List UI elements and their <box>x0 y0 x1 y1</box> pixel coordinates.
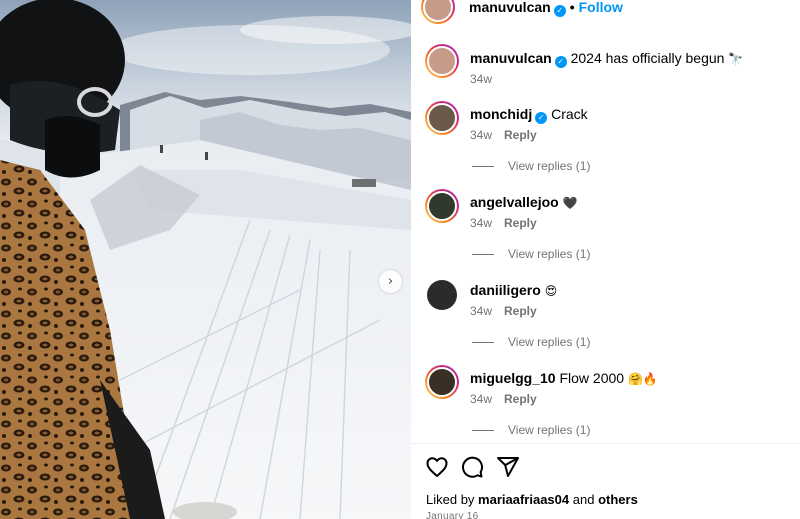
comment-time[interactable]: 34w <box>470 72 492 86</box>
heart-icon[interactable] <box>425 455 449 479</box>
post-header: manuvulcan ✓ • Follow <box>421 0 791 26</box>
separator-dot: • <box>569 0 575 15</box>
post-date[interactable]: January 16 <box>426 511 478 519</box>
comment-time[interactable]: 34w <box>470 216 492 230</box>
liked-by-text: Liked by mariaafriaas04 and others <box>426 492 638 507</box>
chevron-right-icon: › <box>387 274 394 289</box>
reply-button[interactable]: Reply <box>504 392 537 406</box>
comment-username[interactable]: daniiligero <box>470 282 541 298</box>
verified-badge-icon: ✓ <box>553 5 566 17</box>
reply-button[interactable]: Reply <box>504 216 537 230</box>
comment-username[interactable]: angelvallejoo <box>470 194 559 210</box>
follow-button[interactable]: Follow <box>579 0 623 15</box>
author-username[interactable]: manuvulcan <box>469 0 551 15</box>
avatar[interactable] <box>425 44 459 78</box>
reply-button[interactable]: Reply <box>504 128 537 142</box>
reply-button[interactable]: Reply <box>504 304 537 318</box>
view-replies-button[interactable]: View replies (1) <box>472 247 590 261</box>
comment-time[interactable]: 34w <box>470 304 492 318</box>
black-heart-emoji: 🖤 <box>562 196 578 210</box>
avatar[interactable] <box>425 365 459 399</box>
comment-text: 2024 has officially begun <box>570 50 725 66</box>
comment-time[interactable]: 34w <box>470 392 492 406</box>
view-replies-button[interactable]: View replies (1) <box>472 335 590 349</box>
verified-badge-icon: ✓ <box>535 112 548 124</box>
comment-username[interactable]: miguelgg_10 <box>470 370 556 386</box>
next-media-button[interactable]: › <box>379 270 402 293</box>
view-replies-button[interactable]: View replies (1) <box>472 423 590 437</box>
post-photo <box>0 0 411 519</box>
comment-text: Crack <box>551 106 588 122</box>
comment-icon[interactable] <box>460 455 484 479</box>
comment-username[interactable]: monchidj <box>470 106 532 122</box>
avatar[interactable] <box>427 280 457 310</box>
share-icon[interactable] <box>496 455 520 479</box>
liked-by-user-link[interactable]: mariaafriaas04 <box>478 492 569 507</box>
divider-line <box>472 342 494 344</box>
divider-line <box>472 254 494 256</box>
heart-eyes-emoji: 😍 <box>544 284 558 298</box>
post-media[interactable]: › <box>0 0 411 519</box>
hugging-fire-emoji: 🤗🔥 <box>627 372 658 386</box>
avatar[interactable] <box>425 189 459 223</box>
divider-line <box>472 166 494 168</box>
verified-badge-icon: ✓ <box>554 56 567 68</box>
liked-by-others-link[interactable]: others <box>598 492 638 507</box>
comment-time[interactable]: 34w <box>470 128 492 142</box>
avatar[interactable] <box>421 0 455 24</box>
telescope-emoji: 🔭 <box>728 52 744 66</box>
comment-username[interactable]: manuvulcan <box>470 50 552 66</box>
actions-divider <box>411 443 800 444</box>
comment-text: Flow 2000 <box>559 370 625 386</box>
view-replies-button[interactable]: View replies (1) <box>472 159 590 173</box>
divider-line <box>472 430 494 432</box>
avatar[interactable] <box>425 101 459 135</box>
